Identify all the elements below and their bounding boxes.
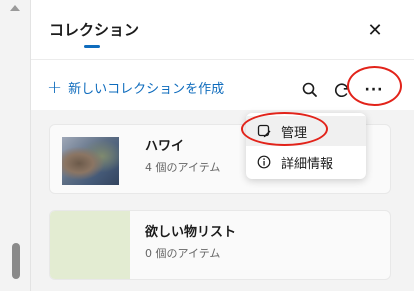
toolbar: + 新しいコレクションを作成 ··· — [31, 66, 414, 110]
refresh-button[interactable] — [331, 79, 353, 101]
title-underline — [84, 45, 100, 48]
more-options-menu: 管理 詳細情報 — [246, 113, 366, 179]
collection-item-count: 4 個のアイテム — [145, 161, 221, 174]
left-strip — [0, 0, 30, 291]
collection-item-count: 0 個のアイテム — [145, 247, 221, 260]
info-icon — [257, 155, 271, 169]
collection-name: ハワイ — [145, 139, 185, 154]
new-collection-label: 新しいコレクションを作成 — [68, 82, 225, 97]
search-icon — [302, 82, 317, 97]
collection-name: 欲しい物リスト — [145, 225, 237, 240]
close-icon: ✕ — [367, 20, 383, 41]
scroll-up-arrow-icon[interactable] — [10, 5, 20, 11]
refresh-icon — [335, 83, 349, 98]
manage-icon — [257, 124, 271, 138]
menu-item-label: 詳細情報 — [281, 156, 334, 172]
collection-thumbnail — [62, 137, 119, 185]
collection-thumbnail-placeholder — [50, 211, 130, 279]
close-button[interactable]: ✕ — [363, 20, 387, 42]
collections-panel: コレクション ✕ + 新しいコレクションを作成 ··· ハワイ 4 個のアイテム… — [30, 0, 414, 291]
menu-item-details[interactable]: 詳細情報 — [246, 147, 366, 177]
more-icon: ··· — [364, 82, 384, 98]
header-divider — [31, 59, 414, 60]
menu-item-manage[interactable]: 管理 — [246, 116, 366, 146]
search-button[interactable] — [299, 79, 321, 101]
collection-card[interactable]: 欲しい物リスト 0 個のアイテム — [49, 210, 391, 280]
panel-title: コレクション — [49, 21, 140, 39]
more-options-button[interactable]: ··· — [361, 79, 387, 101]
plus-icon: + — [47, 76, 63, 98]
new-collection-button[interactable]: + 新しいコレクションを作成 — [47, 78, 224, 97]
menu-item-label: 管理 — [281, 125, 308, 141]
scrollbar-thumb[interactable] — [12, 243, 20, 279]
panel-header: コレクション ✕ — [31, 0, 414, 60]
